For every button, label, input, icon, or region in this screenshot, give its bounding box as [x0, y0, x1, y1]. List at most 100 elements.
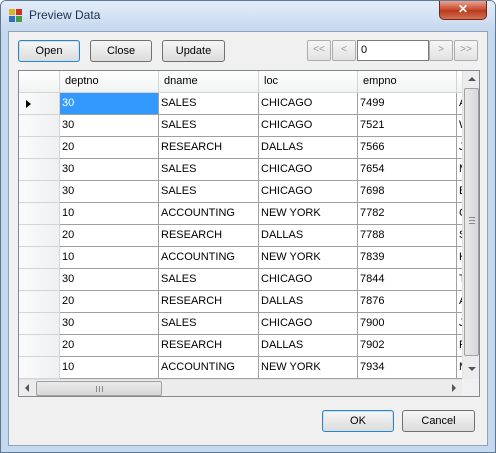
table-row[interactable]: 10ACCOUNTINGNEW YORK7839K [19, 247, 462, 269]
cell-empno[interactable]: 7876 [358, 291, 457, 313]
table-row[interactable]: 20RESEARCHDALLAS7566J [19, 137, 462, 159]
row-header[interactable] [19, 247, 60, 269]
cell-empno[interactable]: 7654 [358, 159, 457, 181]
table-row[interactable]: 20RESEARCHDALLAS7788S [19, 225, 462, 247]
first-record-button[interactable]: << [307, 40, 331, 61]
cell-empno[interactable]: 7566 [358, 137, 457, 159]
cell-deptno[interactable]: 10 [60, 357, 159, 379]
cell-deptno[interactable]: 30 [60, 159, 159, 181]
cell-empno[interactable]: 7521 [358, 115, 457, 137]
vertical-scroll-thumb[interactable] [464, 88, 479, 356]
cell-deptno[interactable]: 10 [60, 247, 159, 269]
row-header[interactable] [19, 93, 60, 115]
cell-dname[interactable]: RESEARCH [159, 335, 259, 357]
table-row[interactable]: 30SALESCHICAGO7499A [19, 93, 462, 115]
row-header[interactable] [19, 115, 60, 137]
cell-dname[interactable]: SALES [159, 269, 259, 291]
cell-loc[interactable]: CHICAGO [259, 159, 358, 181]
cell-dname[interactable]: SALES [159, 93, 259, 115]
record-position-input[interactable]: 0 [357, 40, 429, 61]
cell-loc[interactable]: CHICAGO [259, 93, 358, 115]
row-header[interactable] [19, 291, 60, 313]
row-header[interactable] [19, 357, 60, 379]
cell-empno[interactable]: 7698 [358, 181, 457, 203]
cell-deptno[interactable]: 30 [60, 269, 159, 291]
scroll-up-icon[interactable] [468, 77, 476, 81]
open-button[interactable]: Open [18, 40, 80, 62]
cell-empno[interactable]: 7900 [358, 313, 457, 335]
table-row[interactable]: 20RESEARCHDALLAS7876A [19, 291, 462, 313]
cell-dname[interactable]: SALES [159, 313, 259, 335]
table-row[interactable]: 30SALESCHICAGO7844T [19, 269, 462, 291]
row-header[interactable] [19, 269, 60, 291]
horizontal-scrollbar[interactable] [19, 379, 462, 396]
cell-loc[interactable]: NEW YORK [259, 247, 358, 269]
table-row[interactable]: 10ACCOUNTINGNEW YORK7782C [19, 203, 462, 225]
cell-empno[interactable]: 7934 [358, 357, 457, 379]
vertical-scrollbar[interactable] [462, 71, 479, 379]
cell-empno[interactable]: 7499 [358, 93, 457, 115]
row-header[interactable] [19, 181, 60, 203]
column-header-loc[interactable]: loc [259, 71, 358, 93]
horizontal-scroll-thumb[interactable] [36, 381, 162, 396]
cell-deptno[interactable]: 30 [60, 93, 159, 115]
cell-loc[interactable]: DALLAS [259, 291, 358, 313]
table-row[interactable]: 30SALESCHICAGO7698B [19, 181, 462, 203]
cell-loc[interactable]: CHICAGO [259, 269, 358, 291]
column-header-dname[interactable]: dname [159, 71, 259, 93]
cell-dname[interactable]: RESEARCH [159, 137, 259, 159]
cell-empno[interactable]: 7788 [358, 225, 457, 247]
scroll-left-icon[interactable] [25, 384, 29, 392]
cell-loc[interactable]: DALLAS [259, 137, 358, 159]
column-header-deptno[interactable]: deptno [60, 71, 159, 93]
row-header[interactable] [19, 225, 60, 247]
cell-loc[interactable]: NEW YORK [259, 357, 358, 379]
row-header[interactable] [19, 159, 60, 181]
cell-loc[interactable]: DALLAS [259, 335, 358, 357]
previous-record-button[interactable]: < [332, 40, 356, 61]
cell-dname[interactable]: ACCOUNTING [159, 203, 259, 225]
cell-deptno[interactable]: 30 [60, 115, 159, 137]
cell-dname[interactable]: ACCOUNTING [159, 247, 259, 269]
cell-deptno[interactable]: 30 [60, 181, 159, 203]
cell-dname[interactable]: SALES [159, 159, 259, 181]
column-header-empno[interactable]: empno [358, 71, 457, 93]
next-record-button[interactable]: > [429, 40, 453, 61]
close-button[interactable]: Close [90, 40, 152, 62]
window-close-button[interactable]: ✕ [439, 1, 487, 20]
cell-loc[interactable]: CHICAGO [259, 115, 358, 137]
cell-dname[interactable]: SALES [159, 115, 259, 137]
cell-dname[interactable]: RESEARCH [159, 225, 259, 247]
cell-loc[interactable]: CHICAGO [259, 181, 358, 203]
scroll-down-icon[interactable] [468, 367, 476, 371]
cell-loc[interactable]: DALLAS [259, 225, 358, 247]
table-row[interactable]: 30SALESCHICAGO7521W [19, 115, 462, 137]
cell-loc[interactable]: CHICAGO [259, 313, 358, 335]
table-row[interactable]: 30SALESCHICAGO7654M [19, 159, 462, 181]
ok-button[interactable]: OK [322, 410, 394, 432]
table-row[interactable]: 20RESEARCHDALLAS7902F [19, 335, 462, 357]
cell-deptno[interactable]: 10 [60, 203, 159, 225]
cell-empno[interactable]: 7839 [358, 247, 457, 269]
update-button[interactable]: Update [162, 40, 225, 62]
row-header[interactable] [19, 203, 60, 225]
last-record-button[interactable]: >> [454, 40, 478, 61]
cell-empno[interactable]: 7782 [358, 203, 457, 225]
row-header[interactable] [19, 137, 60, 159]
cell-deptno[interactable]: 20 [60, 225, 159, 247]
cell-dname[interactable]: SALES [159, 181, 259, 203]
cell-deptno[interactable]: 20 [60, 335, 159, 357]
table-row[interactable]: 10ACCOUNTINGNEW YORK7934M [19, 357, 462, 379]
cell-deptno[interactable]: 20 [60, 137, 159, 159]
cell-loc[interactable]: NEW YORK [259, 203, 358, 225]
table-row[interactable]: 30SALESCHICAGO7900J [19, 313, 462, 335]
data-grid[interactable]: deptnodnamelocempno 30SALESCHICAGO7499A3… [18, 70, 480, 397]
cell-deptno[interactable]: 30 [60, 313, 159, 335]
cell-empno[interactable]: 7902 [358, 335, 457, 357]
cell-dname[interactable]: RESEARCH [159, 291, 259, 313]
row-header[interactable] [19, 335, 60, 357]
cancel-button[interactable]: Cancel [402, 410, 475, 432]
scroll-right-icon[interactable] [452, 384, 456, 392]
row-header[interactable] [19, 313, 60, 335]
cell-empno[interactable]: 7844 [358, 269, 457, 291]
